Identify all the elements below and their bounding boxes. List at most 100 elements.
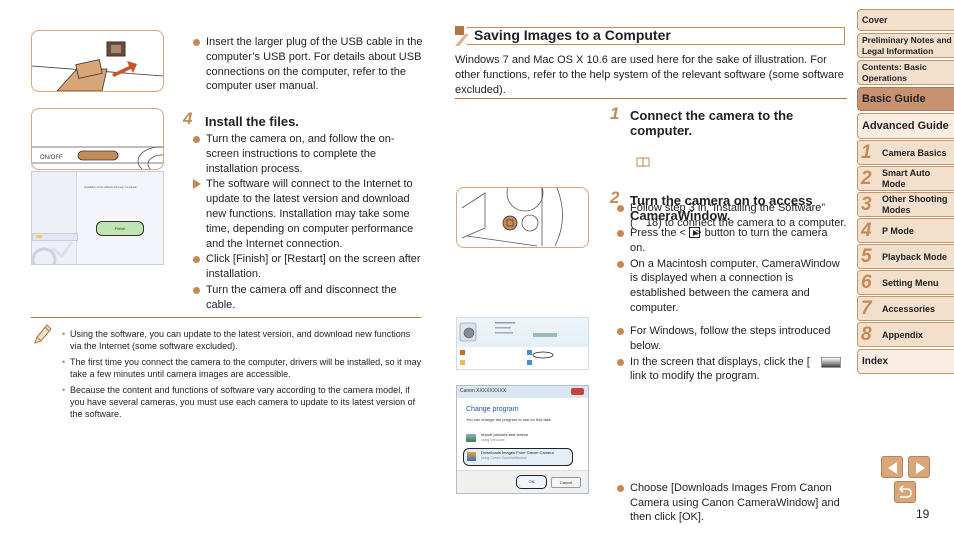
sidebar-chapter-6[interactable]: 6 Setting Menu (857, 270, 954, 295)
step-2-item: Press the < > button to turn the camera … (617, 226, 845, 256)
sidebar-chapter-1[interactable]: 1 Camera Basics (857, 140, 954, 165)
step-2-item: In the screen that displays, click the [… (617, 355, 845, 385)
ok-button[interactable]: OK (516, 475, 547, 489)
ok-button-label: OK (528, 479, 535, 484)
chapter-label: Smart Auto Mode (882, 168, 931, 189)
finish-button[interactable]: Finish (96, 221, 144, 236)
chapter-label: Setting Menu (882, 278, 939, 288)
playback-button-icon (689, 227, 700, 238)
step-4-item-text: Click [Finish] or [Restart] on the scree… (206, 253, 421, 281)
step-1-number: 1 (610, 104, 620, 123)
camera-back-icon (461, 188, 563, 247)
dialog-close-button[interactable] (571, 388, 584, 395)
chapter-label: Camera Basics (882, 148, 947, 158)
bullet-icon (193, 39, 200, 46)
dialog-heading: Change program (466, 406, 519, 413)
step-4-number: 4 (183, 109, 193, 128)
sidebar-item-label: Cover (862, 15, 888, 25)
section-intro: Windows 7 and Mac OS X 10.6 are used her… (455, 54, 844, 96)
step-2-number: 2 (610, 188, 620, 207)
note-text: Because the content and functions of sof… (70, 384, 416, 420)
install-complete-message: Installation of the software has been co… (84, 186, 137, 189)
cancel-button-label: Cancel (559, 480, 573, 485)
section-heading: Saving Images to a Computer (455, 26, 845, 46)
sidebar-item-cover[interactable]: Cover (857, 9, 954, 31)
sidebar-item-contents[interactable]: Contents: Basic Operations (857, 60, 954, 85)
step-2-item-text: For Windows, follow the steps introduced… (630, 325, 831, 352)
note-text: The first time you connect the camera to… (70, 356, 422, 380)
finish-button-label: Finish (114, 226, 126, 231)
arrow-right-icon (916, 462, 925, 474)
step-2-title: Turn the camera on to access CameraWindo… (630, 193, 813, 223)
return-icon (898, 485, 912, 498)
step-2-item-text: Press the < > button to turn the camera … (630, 227, 828, 254)
usb-illustration (31, 30, 164, 92)
step-2-item: Choose [Downloads Images From Canon Came… (617, 481, 858, 525)
onoff-label: ON/OFF (40, 155, 63, 161)
sidebar-item-label: Basic Guide (862, 93, 926, 105)
bullet-icon (193, 136, 200, 143)
bullet-icon (617, 484, 624, 492)
step-4-item-text: Turn the camera on, and follow the on-sc… (206, 133, 395, 175)
bullet-icon (193, 286, 200, 294)
chapter-number: 5 (861, 246, 872, 267)
step-2-item-text: On a Macintosh computer, CameraWindow is… (630, 257, 840, 314)
sidebar-item-advanced-guide[interactable]: Advanced Guide (857, 113, 954, 139)
sidebar-item-preliminary-notes[interactable]: Preliminary Notes and Legal Information (857, 33, 954, 58)
camera-playback-illustration (456, 187, 589, 248)
option-import[interactable]: Import pictures and videos (481, 432, 528, 437)
bullet-icon (193, 256, 200, 264)
previous-page-button[interactable] (881, 456, 903, 478)
step-4-item-text: The software will connect to the Interne… (206, 178, 414, 250)
sidebar-chapter-7[interactable]: 7 Accessories (857, 296, 954, 321)
book-reference-icon (636, 157, 650, 168)
bullet-icon (617, 260, 624, 268)
chapter-number: 3 (861, 194, 872, 215)
chapter-number: 8 (861, 324, 872, 345)
sidebar-item-index[interactable]: Index (857, 349, 954, 374)
sidebar-item-basic-guide[interactable]: Basic Guide (857, 87, 954, 111)
cancel-button[interactable]: Cancel (551, 477, 581, 488)
camera-device-icon (457, 322, 588, 369)
sidebar-chapter-4[interactable]: 4 P Mode (857, 218, 954, 243)
chapter-number: 7 (861, 298, 872, 319)
notes-list: • Using the software, you can update to t… (62, 328, 422, 421)
sidebar-chapter-2[interactable]: 2 Smart Auto Mode (857, 166, 954, 191)
chapter-number: 6 (861, 272, 872, 293)
chapter-label: Accessories (882, 304, 936, 314)
return-button[interactable] (894, 481, 916, 503)
dialog-subtitle: You can change the program to use for th… (466, 417, 552, 422)
sidebar-chapter-3[interactable]: 3 Other Shooting Modes (857, 192, 954, 217)
camerawindow-icon (467, 452, 476, 461)
software-logo-icon (32, 241, 74, 264)
option-cameraWindow-sub: using Canon CameraWindow (481, 456, 527, 460)
import-icon (466, 434, 476, 442)
chapter-number: 1 (861, 142, 872, 163)
chapter-label: P Mode (882, 226, 914, 236)
note-bullet-icon: • (62, 329, 66, 339)
note-bullet-icon: • (62, 384, 66, 395)
sidebar-item-label: Contents: Basic Operations (862, 62, 927, 83)
note-bullet-icon: • (62, 356, 66, 367)
sidebar-item-label: Advanced Guide (862, 120, 949, 132)
step-4-item-text: Turn the camera off and disconnect the c… (206, 283, 397, 311)
sidebar-item-label: Preliminary Notes and Legal Information (862, 35, 952, 56)
note-item: • Because the content and functions of so… (62, 384, 422, 421)
power-button-icon: ON/OFF (32, 146, 163, 169)
option-import-sub: using Windows (481, 438, 505, 442)
step-2-list-b: For Windows, follow the steps introduced… (617, 324, 845, 384)
sidebar-chapter-8[interactable]: 8 Appendix (857, 322, 954, 347)
note-item: • Using the software, you can update to t… (62, 328, 422, 353)
change-program-dialog: Canon XXXXXXXXX Change program You can c… (456, 385, 589, 494)
note-text: Using the software, you can update to th… (70, 329, 411, 352)
step-4-item: Click [Finish] or [Restart] on the scree… (193, 252, 421, 282)
step-2-item-text: In the screen that displays, click the [… (630, 355, 829, 383)
sidebar-chapter-5[interactable]: 5 Playback Mode (857, 244, 954, 269)
step-4-item: The software will connect to the Interne… (193, 177, 421, 251)
usb-instruction: Insert the larger plug of the USB cable … (193, 35, 434, 94)
note-item: • The first time you connect the camera t… (62, 356, 422, 381)
step-2-item: For Windows, follow the steps introduced… (617, 324, 845, 354)
usb-instruction-text: Insert the larger plug of the USB cable … (206, 36, 423, 93)
section-divider (455, 98, 847, 99)
next-page-button[interactable] (908, 456, 930, 478)
